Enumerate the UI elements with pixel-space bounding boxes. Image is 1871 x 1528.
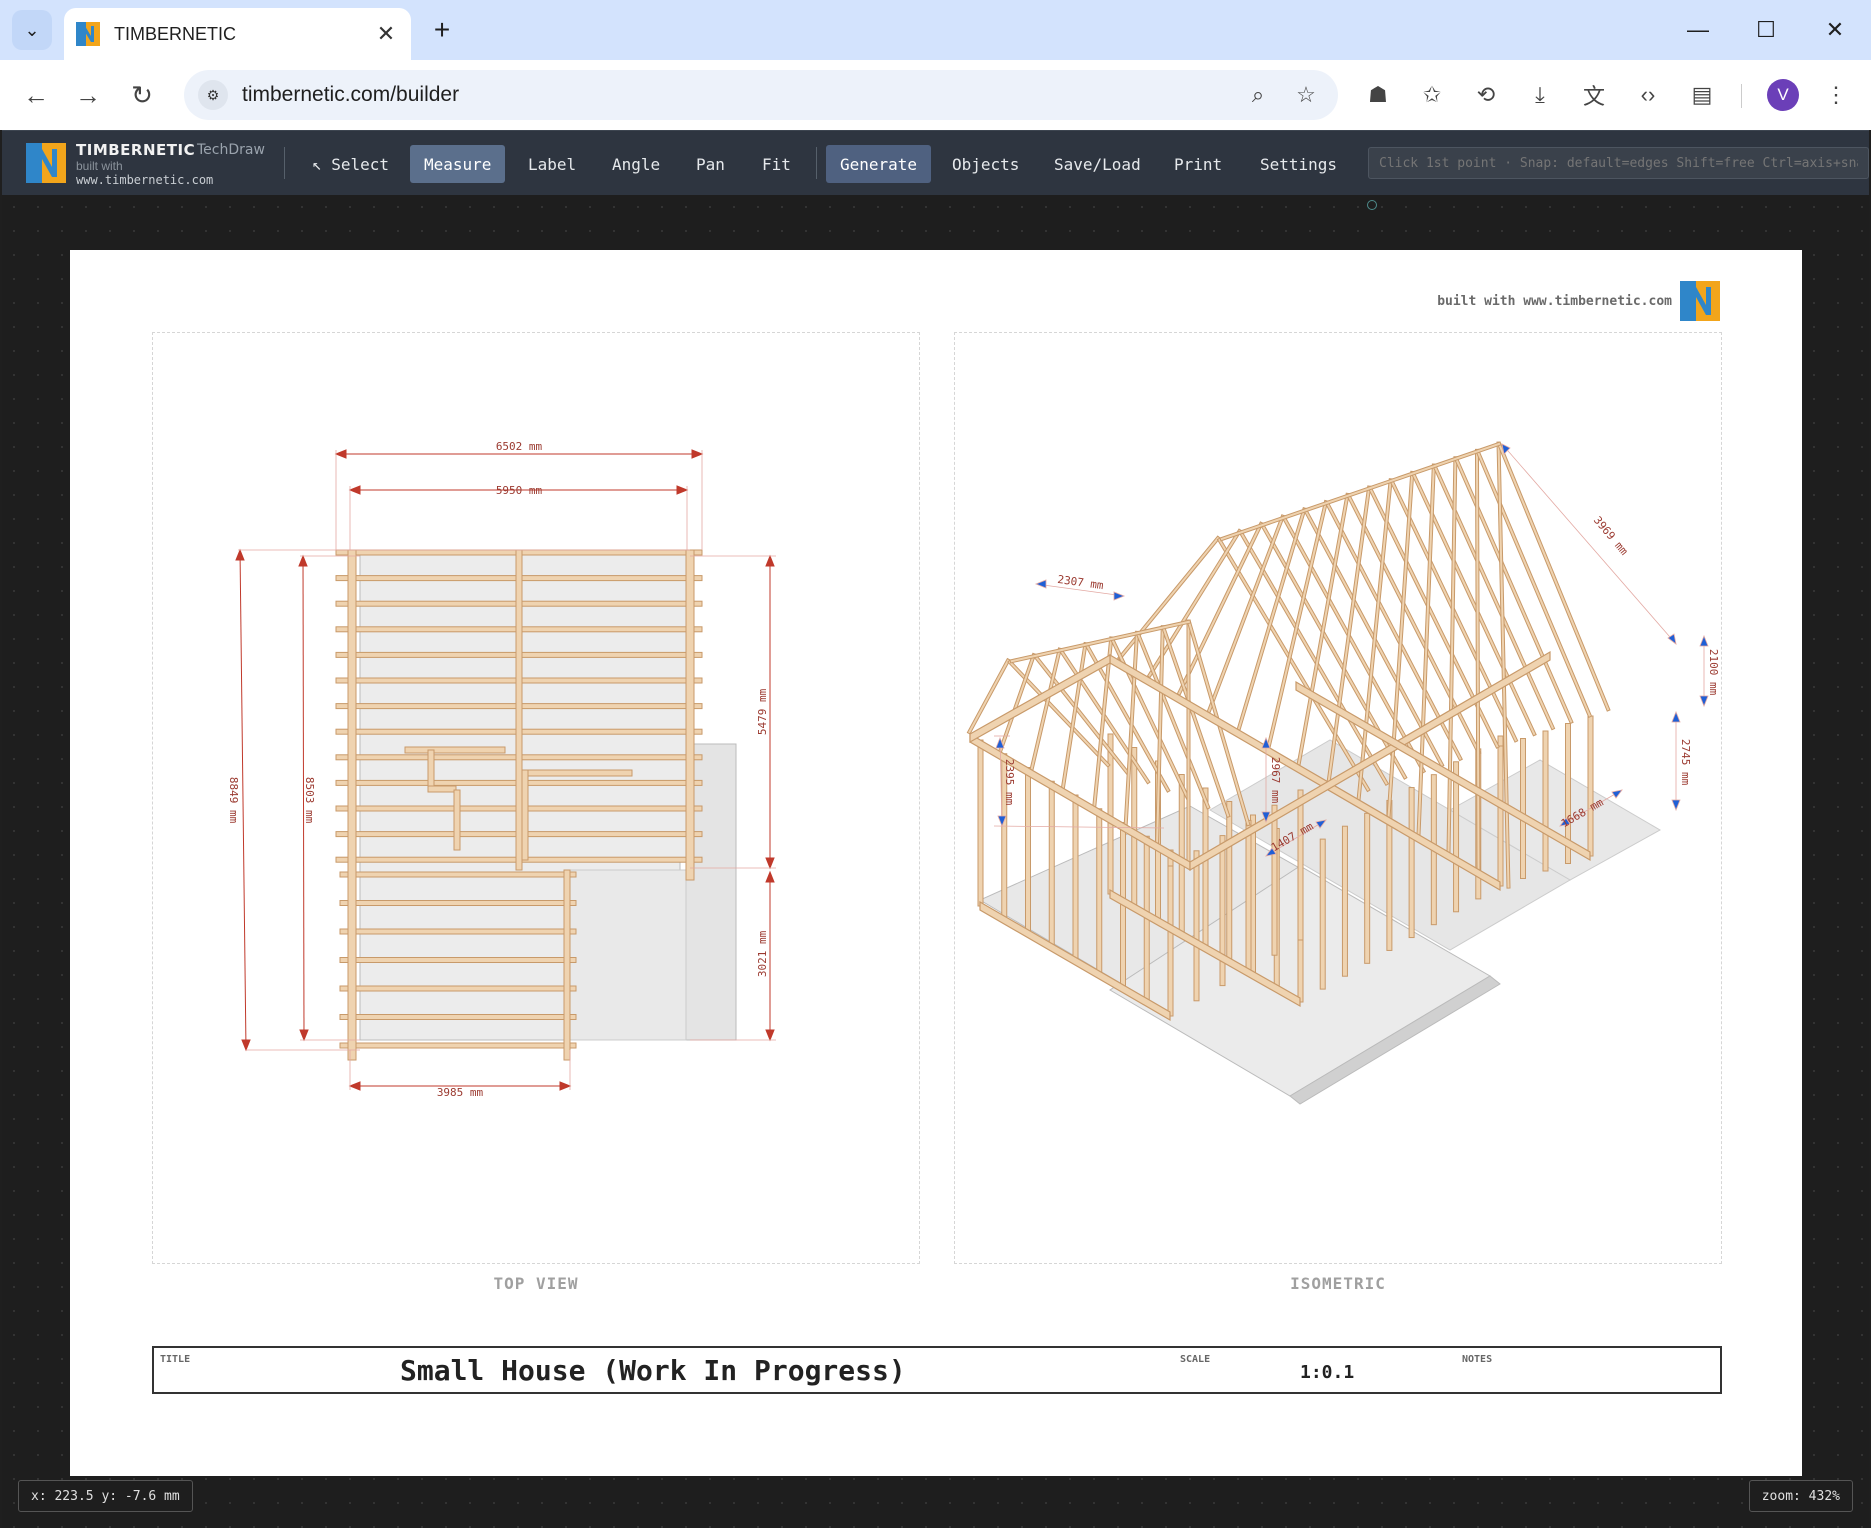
iso-mid-wall-stud bbox=[1107, 733, 1114, 895]
iso-back-wall-stud bbox=[1520, 738, 1526, 879]
zoom-magnifier-icon[interactable]: ⌕ bbox=[1240, 77, 1276, 113]
iso-back-wall-stud bbox=[1497, 745, 1504, 887]
incognito-icon[interactable]: ☗ bbox=[1360, 77, 1396, 113]
iso-cross-wall-stud bbox=[1167, 865, 1174, 1017]
select-tool-button[interactable]: ↖ Select bbox=[298, 145, 403, 183]
iso-ridge-beam bbox=[1219, 441, 1502, 542]
drawing-sheet[interactable]: built with www.timbernetic.com TOP VIEW … bbox=[70, 250, 1802, 1476]
iso-rafter-right bbox=[1496, 441, 1611, 712]
zoom-indicator: zoom: 432% bbox=[1748, 1480, 1853, 1512]
iso-rafter-left bbox=[1296, 492, 1350, 766]
iso-cross-wall-stud bbox=[1271, 804, 1278, 956]
code-icon[interactable]: ‹› bbox=[1630, 77, 1666, 113]
cursor-coordinates: x: 223.5 y: -7.6 mm bbox=[18, 1480, 193, 1512]
iso-side-wall-stud bbox=[1364, 812, 1371, 964]
iso-rafter-right bbox=[1216, 537, 1371, 793]
bookmark-star-icon[interactable]: ☆ bbox=[1288, 77, 1324, 113]
timbernetic-favicon-icon bbox=[76, 22, 100, 46]
angle-tool-button[interactable]: Angle bbox=[598, 145, 674, 183]
toolbar-divider bbox=[816, 147, 817, 179]
dim-2967: 2967 mm bbox=[1269, 757, 1282, 804]
snap-cursor-indicator bbox=[1367, 200, 1377, 210]
label-tool-button[interactable]: Label bbox=[514, 145, 590, 183]
browser-window: ⌄ TIMBERNETIC ✕ + — ☐ ✕ ← → ↻ ⚙ timberne… bbox=[0, 0, 1871, 1528]
brand-built-with: built with bbox=[76, 159, 123, 173]
iso-front-wall-stud bbox=[977, 739, 984, 907]
iso-rafter-right bbox=[1475, 448, 1593, 718]
toolbar-separator bbox=[1741, 84, 1742, 108]
dim-2395: 2395 mm bbox=[1003, 759, 1016, 806]
address-bar[interactable]: ⚙ timbernetic.com/builder ⌕ ☆ bbox=[184, 70, 1338, 120]
forward-arrow-icon[interactable]: → bbox=[70, 77, 106, 113]
tab-search-button[interactable]: ⌄ bbox=[12, 10, 52, 50]
iso-front-wall-stud bbox=[1025, 767, 1031, 934]
pan-tool-button[interactable]: Pan bbox=[682, 145, 739, 183]
side-panel-icon[interactable]: ▤ bbox=[1684, 77, 1720, 113]
iso-mid-wall-stud bbox=[1178, 774, 1185, 935]
iso-cross-wall-stud bbox=[1193, 850, 1200, 1002]
measure-tool-button[interactable]: Measure bbox=[410, 145, 506, 183]
maximize-icon[interactable]: ☐ bbox=[1743, 12, 1789, 48]
timbernetic-logo-icon bbox=[26, 143, 66, 183]
dim-3969: 3969 mm bbox=[1591, 514, 1631, 558]
browser-toolbar: ← → ↻ ⚙ timbernetic.com/builder ⌕ ☆ ☗ ✩ … bbox=[0, 60, 1871, 130]
fit-tool-button[interactable]: Fit bbox=[748, 145, 805, 183]
menu-kebab-icon[interactable]: ⋮ bbox=[1818, 77, 1854, 113]
brand-subtitle: TechDraw bbox=[197, 142, 265, 158]
isometric-drawing: 2307 mm 3969 mm 2100 mm 2745 mm 1668 mm … bbox=[966, 441, 1720, 1105]
print-button[interactable]: Print bbox=[1160, 145, 1236, 183]
close-window-icon[interactable]: ✕ bbox=[1812, 12, 1858, 48]
new-tab-button[interactable]: + bbox=[424, 12, 460, 48]
download-icon[interactable]: ⤓ bbox=[1522, 77, 1558, 113]
iso-front-wall-stud bbox=[1096, 808, 1103, 976]
url-text[interactable]: timbernetic.com/builder bbox=[242, 83, 1228, 107]
drawing-title: Small House (Work In Progress) bbox=[400, 1354, 906, 1387]
favorites-icon[interactable]: ✩ bbox=[1414, 77, 1450, 113]
iso-lower-rafter-right bbox=[1007, 659, 1111, 768]
close-tab-icon[interactable]: ✕ bbox=[373, 21, 399, 47]
iso-side-wall-stud bbox=[1453, 761, 1460, 913]
history-icon[interactable]: ⟲ bbox=[1468, 77, 1504, 113]
brand-name: TIMBERNETIC bbox=[76, 141, 196, 159]
translate-icon[interactable]: 文 bbox=[1576, 77, 1612, 113]
iso-mid-wall-stud bbox=[1226, 801, 1233, 962]
reload-icon[interactable]: ↻ bbox=[124, 77, 160, 113]
chevron-down-icon: ⌄ bbox=[24, 19, 40, 40]
tab-strip: ⌄ TIMBERNETIC ✕ + — ☐ ✕ bbox=[0, 0, 1871, 60]
settings-button[interactable]: Settings bbox=[1246, 145, 1351, 183]
drawing-scale: 1:0.1 bbox=[1300, 1362, 1355, 1383]
profile-avatar[interactable]: V bbox=[1767, 79, 1799, 111]
brand-url[interactable]: www.timbernetic.com bbox=[76, 173, 213, 187]
iso-side-wall-stud bbox=[1408, 787, 1415, 939]
iso-mid-wall-stud bbox=[1202, 787, 1209, 949]
iso-front-wall-stud bbox=[1048, 780, 1055, 948]
toolbar-divider bbox=[284, 147, 285, 179]
browser-tab[interactable]: TIMBERNETIC ✕ bbox=[64, 8, 411, 60]
notes-field-label: NOTES bbox=[1462, 1354, 1493, 1365]
iso-lower-rafter-left bbox=[1186, 619, 1191, 863]
app-toolbar: TIMBERNETIC TechDraw built with www.timb… bbox=[2, 130, 1869, 195]
iso-rafter-right bbox=[1453, 456, 1574, 725]
dim-2745: 2745 mm bbox=[1679, 739, 1692, 786]
scale-field-label: SCALE bbox=[1180, 1354, 1211, 1365]
iso-back-wall-stud bbox=[1542, 730, 1549, 872]
title-block: TITLE Small House (Work In Progress) SCA… bbox=[152, 1346, 1722, 1394]
dim-2100: 2100 mm bbox=[1707, 649, 1720, 696]
generate-button[interactable]: Generate bbox=[826, 145, 932, 183]
tab-title: TIMBERNETIC bbox=[114, 23, 237, 44]
iso-cross-wall-stud bbox=[1297, 789, 1304, 941]
iso-back-wall-stud bbox=[1587, 715, 1594, 857]
measure-hint-input[interactable] bbox=[1368, 147, 1869, 179]
iso-side-wall-stud bbox=[1341, 825, 1348, 977]
iso-front-wall-stud bbox=[1072, 794, 1079, 962]
dim-2307: 2307 mm bbox=[1057, 573, 1105, 592]
minimize-icon[interactable]: — bbox=[1675, 12, 1721, 48]
site-info-icon[interactable]: ⚙ bbox=[198, 80, 228, 110]
back-arrow-icon[interactable]: ← bbox=[18, 77, 54, 113]
iso-cross-wall-stud bbox=[1245, 819, 1252, 971]
save-load-button[interactable]: Save/Load bbox=[1040, 145, 1155, 183]
objects-button[interactable]: Objects bbox=[938, 145, 1033, 183]
title-field-label: TITLE bbox=[160, 1354, 191, 1365]
iso-side-wall-stud bbox=[1319, 838, 1326, 990]
